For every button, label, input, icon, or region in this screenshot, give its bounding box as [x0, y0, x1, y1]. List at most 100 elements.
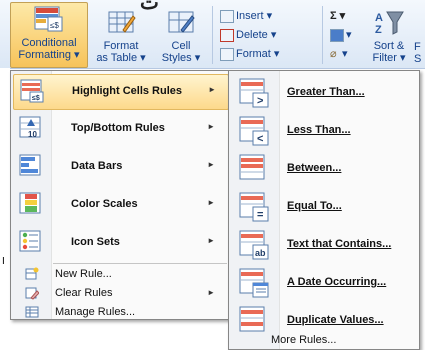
ribbon-divider [322, 6, 323, 64]
submenu-item-label: Equal To... [287, 200, 342, 212]
menu-item-clear-rules[interactable]: Clear Rules ► [13, 284, 227, 303]
menu-item-label: Manage Rules... [55, 306, 136, 318]
fill-label: ▾ [346, 29, 352, 41]
format-as-table-icon [108, 11, 136, 33]
conditional-formatting-button[interactable]: ≤$ Conditional Formatting ▾ [10, 2, 88, 68]
ribbon: ت ≤$ Conditional Formatting ▾ Format as … [0, 0, 425, 69]
less-than-icon: < [239, 116, 269, 146]
menu-item-label: New Rule... [55, 268, 112, 280]
svg-text:<: < [257, 133, 263, 145]
format-as-table-label-2: as Table ▾ [96, 52, 146, 64]
ribbon-divider [212, 6, 213, 64]
delete-cells-icon [220, 28, 234, 42]
clear-button[interactable]: ⌀ ▾ [330, 46, 348, 62]
conditional-formatting-label-1: Conditional [21, 37, 77, 49]
svg-text:>: > [257, 95, 263, 107]
menu-item-icon-sets[interactable]: Icon Sets ► [13, 226, 227, 260]
insert-cells-icon [220, 9, 234, 23]
fill-down-icon [330, 28, 344, 42]
find-select-label-1: F [414, 41, 421, 53]
format-button[interactable]: Format ▾ [220, 46, 279, 62]
submenu-arrow-icon: ► [207, 160, 215, 169]
icon-sets-icon [19, 230, 41, 252]
cell-styles-icon [168, 11, 195, 33]
equal-to-icon: = [239, 192, 269, 222]
autosum-label: Σ ▾ [330, 10, 346, 22]
submenu-item-label: Greater Than... [287, 86, 365, 98]
submenu-arrow-icon: ► [207, 198, 215, 207]
fill-button[interactable]: ▾ [330, 27, 352, 43]
format-as-table-label-1: Format [103, 40, 139, 52]
svg-text:Z: Z [375, 24, 382, 36]
submenu-arrow-icon: ► [207, 288, 215, 297]
menu-item-highlight-cells-rules[interactable]: ≤$ Highlight Cells Rules ► [13, 74, 229, 110]
clear-rules-icon [25, 287, 39, 300]
submenu-item-label: Between... [287, 162, 342, 174]
menu-item-label: Color Scales [71, 198, 138, 210]
between-icon [239, 154, 265, 180]
autosum-button[interactable]: Σ ▾ [330, 8, 345, 24]
greater-than-icon: > [239, 78, 269, 108]
find-select-button[interactable]: F S [414, 6, 425, 66]
date-occurring-icon [239, 268, 269, 298]
menu-item-data-bars[interactable]: Data Bars ► [13, 150, 227, 184]
sort-filter-label-2: Filter ▾ [372, 52, 406, 64]
menu-item-label: Data Bars [71, 160, 123, 172]
submenu-item-label: A Date Occurring... [287, 276, 387, 288]
conditional-formatting-icon: ≤$ [34, 6, 63, 32]
sheet-edge [0, 68, 10, 348]
submenu-item-text-contains[interactable]: ab Text that Contains... [231, 226, 417, 264]
svg-text:≤$: ≤$ [32, 95, 40, 102]
submenu-item-greater-than[interactable]: > Greater Than... [231, 74, 417, 112]
text-contains-icon: ab [239, 230, 269, 260]
clear-label: ▾ [342, 48, 348, 60]
data-bars-icon [19, 154, 41, 176]
cell-styles-button[interactable]: Cell Styles ▾ [156, 6, 206, 66]
cell-styles-label-2: Styles ▾ [161, 52, 201, 64]
svg-text:≤$: ≤$ [50, 21, 59, 30]
menu-item-top-bottom-rules[interactable]: 10 Top/Bottom Rules ► [13, 112, 227, 146]
submenu-item-label: Less Than... [287, 124, 351, 136]
menu-item-label: Highlight Cells Rules [72, 85, 183, 97]
top-bottom-icon: 10 [19, 116, 41, 139]
conditional-formatting-menu: ≤$ Highlight Cells Rules ► 10 Top/Bottom… [10, 70, 230, 320]
menu-item-new-rule[interactable]: New Rule... [13, 265, 227, 284]
sheet-fragment: I [2, 256, 5, 267]
insert-button[interactable]: Insert ▾ [220, 8, 272, 24]
format-cells-icon [220, 47, 234, 61]
more-rules-label: More Rules... [271, 334, 337, 346]
submenu-item-date-occurring[interactable]: A Date Occurring... [231, 264, 417, 302]
svg-text:A: A [375, 12, 383, 24]
menu-item-label: Top/Bottom Rules [71, 122, 165, 134]
menu-separator [53, 263, 227, 264]
menu-item-label: Icon Sets [71, 236, 120, 248]
svg-text:ab: ab [255, 248, 266, 258]
format-as-table-button[interactable]: Format as Table ▾ [90, 6, 152, 66]
submenu-item-more-rules[interactable]: More Rules... [231, 333, 417, 349]
delete-label: Delete ▾ [236, 29, 277, 41]
find-select-label-2: S [414, 53, 422, 65]
submenu-arrow-icon: ► [207, 236, 215, 245]
submenu-item-equal-to[interactable]: = Equal To... [231, 188, 417, 226]
insert-label: Insert ▾ [236, 10, 273, 22]
manage-rules-icon [25, 306, 39, 318]
menu-item-color-scales[interactable]: Color Scales ► [13, 188, 227, 222]
duplicate-values-icon [239, 306, 265, 332]
submenu-item-between[interactable]: Between... [231, 150, 417, 188]
color-scales-icon [19, 192, 41, 214]
cell-styles-label-1: Cell [171, 40, 191, 52]
sort-filter-button[interactable]: A Z Sort & Filter ▾ [366, 6, 412, 66]
svg-text:10: 10 [28, 130, 37, 139]
svg-text:=: = [257, 209, 263, 221]
submenu-item-label: Text that Contains... [287, 238, 392, 250]
submenu-item-label: Duplicate Values... [287, 314, 384, 326]
sort-filter-label-1: Sort & [373, 40, 405, 52]
new-rule-icon [25, 267, 39, 280]
menu-item-label: Clear Rules [55, 287, 113, 299]
highlight-cells-icon: ≤$ [20, 79, 44, 103]
submenu-arrow-icon: ► [207, 122, 215, 131]
submenu-item-less-than[interactable]: < Less Than... [231, 112, 417, 150]
menu-item-manage-rules[interactable]: Manage Rules... [13, 303, 227, 322]
conditional-formatting-label-2: Formatting ▾ [18, 49, 80, 61]
delete-button[interactable]: Delete ▾ [220, 27, 276, 43]
